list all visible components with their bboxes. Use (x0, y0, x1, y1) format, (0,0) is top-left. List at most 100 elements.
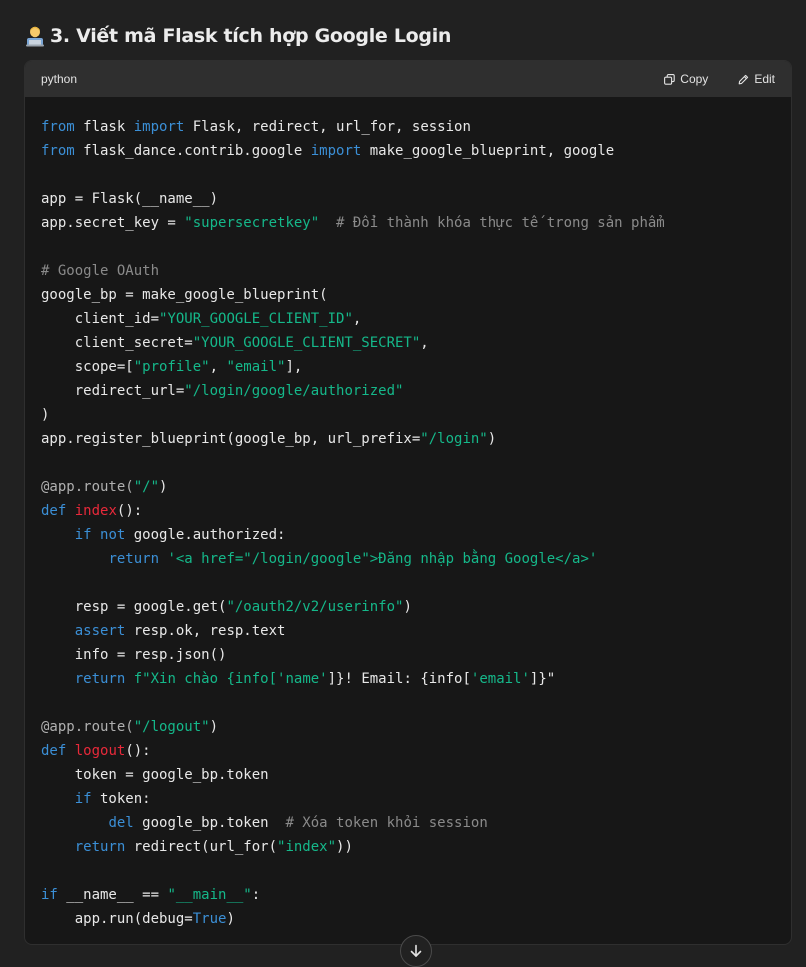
copy-button[interactable]: Copy (664, 72, 708, 86)
code-token: ) (226, 911, 235, 927)
code-token: client_id= (41, 311, 160, 327)
code-token: def (41, 743, 67, 759)
code-token: token: (91, 791, 151, 807)
code-token: "email" (226, 359, 286, 375)
code-line: info = resp.json() (41, 643, 775, 667)
code-line: app.register_blueprint(google_bp, url_pr… (41, 427, 775, 451)
code-token: True (192, 911, 227, 927)
code-token: if (74, 527, 92, 543)
code-token: google_bp.token (133, 815, 286, 831)
code-token: scope=[ (41, 359, 134, 375)
code-token: , (352, 311, 362, 327)
code-token: client_secret= (41, 335, 193, 351)
code-token: ]}! Email: {info[ (327, 671, 471, 687)
code-token: app.register_blueprint(google_bp, url_pr… (41, 431, 421, 447)
code-line: token = google_bp.token (41, 763, 775, 787)
code-token: def (41, 503, 67, 519)
edit-button[interactable]: Edit (738, 72, 775, 86)
code-token: make_google_blueprint, google (361, 143, 615, 159)
code-language-label: python (41, 72, 78, 86)
code-token: , (420, 335, 429, 351)
code-token: f"Xin chào {info[ (133, 671, 278, 687)
code-token: google.authorized: (125, 527, 286, 543)
code-token: token = google_bp.token (41, 767, 269, 783)
code-token: assert (74, 623, 126, 639)
code-token: "/logout" (133, 719, 210, 735)
code-line: ) (41, 403, 775, 427)
code-token: @app.route( (41, 479, 134, 495)
code-token: google_bp = make_google_blueprint( (41, 287, 328, 303)
code-token: return (74, 839, 126, 855)
code-token: "/" (133, 479, 160, 495)
code-token: ) (41, 407, 50, 423)
code-token: (): (125, 743, 151, 759)
scroll-to-bottom-button[interactable] (400, 935, 432, 967)
code-token: ) (159, 479, 168, 495)
code-token: ]}" (529, 671, 556, 687)
code-token: import (133, 119, 185, 135)
code-token: logout (74, 743, 126, 759)
section-heading-text: 3. Viết mã Flask tích hợp Google Login (50, 25, 452, 47)
code-token: : (251, 887, 261, 903)
code-line: del google_bp.token # Xóa token khỏi ses… (41, 811, 775, 835)
code-line: assert resp.ok, resp.text (41, 619, 775, 643)
code-token: @app.route( (41, 719, 134, 735)
code-token: "index" (277, 839, 337, 855)
code-token: '<a href="/login/google">Đăng nhập bằng … (167, 551, 598, 567)
code-line: client_id="YOUR_GOOGLE_CLIENT_ID", (41, 307, 775, 331)
code-token: resp.ok, resp.text (125, 623, 286, 639)
code-token: from (41, 119, 75, 135)
code-token: ], (285, 359, 303, 375)
code-token: "/login" (420, 431, 488, 447)
code-line: return redirect(url_for("index")) (41, 835, 775, 859)
code-line: return '<a href="/login/google">Đăng nhậ… (41, 547, 775, 571)
code-token: "supersecretkey" (184, 215, 320, 231)
code-line: redirect_url="/login/google/authorized" (41, 379, 775, 403)
edit-button-label: Edit (754, 72, 775, 86)
code-token: if (41, 887, 58, 903)
copy-button-label: Copy (680, 72, 709, 86)
code-token: import (310, 143, 362, 159)
code-line: if not google.authorized: (41, 523, 775, 547)
code-token: 'name' (277, 671, 328, 687)
code-block: python Copy Edit from flask import Flask… (24, 60, 792, 945)
code-line: app = Flask(__name__) (41, 187, 775, 211)
code-token: app = Flask(__name__) (41, 191, 219, 207)
code-token: # Google OAuth (41, 263, 160, 279)
code-line: if token: (41, 787, 775, 811)
code-token: ) (487, 431, 497, 447)
code-token: "__main__" (167, 887, 252, 903)
code-token: "YOUR_GOOGLE_CLIENT_ID" (159, 311, 353, 327)
code-token: # Đổi thành khóa thực tế trong sản phẩm (336, 215, 665, 231)
code-block-header: python Copy Edit (25, 61, 791, 97)
code-token: ) (403, 599, 412, 615)
code-content: from flask import Flask, redirect, url_f… (25, 97, 791, 931)
code-token: Flask, redirect, url_for, session (184, 119, 471, 135)
code-line: from flask_dance.contrib.google import m… (41, 139, 775, 163)
code-line: from flask import Flask, redirect, url_f… (41, 115, 775, 139)
code-token: redirect_url= (41, 383, 185, 399)
code-token: (): (116, 503, 143, 519)
code-token: from (41, 143, 75, 159)
code-token: )) (336, 839, 353, 855)
technologist-emoji-icon (24, 25, 46, 47)
code-line: @app.route("/") (41, 475, 775, 499)
arrow-down-icon (410, 944, 422, 957)
code-block-actions: Copy Edit (664, 72, 775, 86)
section-heading: 3. Viết mã Flask tích hợp Google Login (24, 22, 451, 50)
code-line: def index(): (41, 499, 775, 523)
code-token: "/login/google/authorized" (184, 383, 404, 399)
code-line: return f"Xin chào {info['name']}! Email:… (41, 667, 775, 691)
code-token: info = resp.json() (41, 647, 227, 663)
